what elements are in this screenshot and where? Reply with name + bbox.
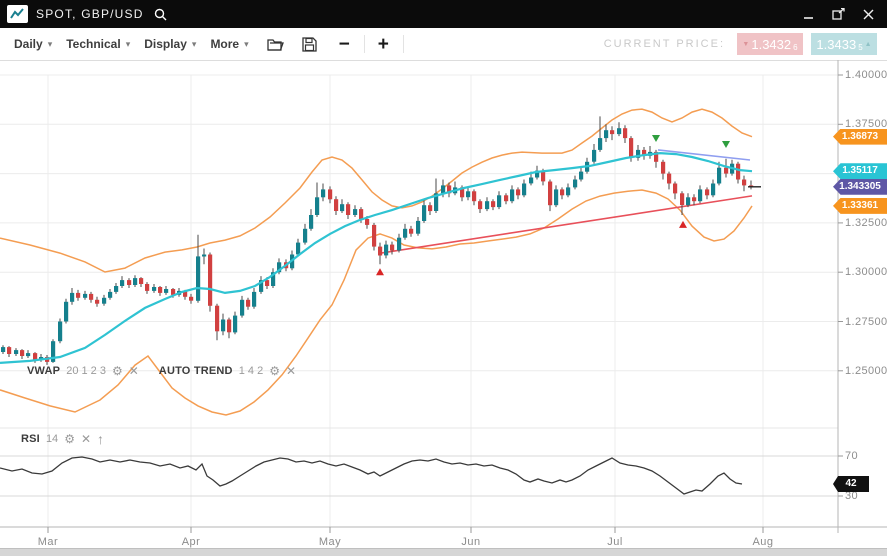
menu-technical-label: Technical <box>66 37 120 51</box>
move-pane-up-icon[interactable]: ↑ <box>97 431 104 447</box>
app-logo-icon <box>7 5 28 23</box>
auto-trend-legend-label: AUTO TREND <box>159 365 233 377</box>
price-up-arrow-icon: ▲ <box>865 41 872 48</box>
ask-price-badge: 1.3433 5 ▲ <box>811 33 877 55</box>
search-icon[interactable] <box>154 8 167 21</box>
open-folder-icon[interactable] <box>267 37 284 51</box>
price-axis-label: 1.37500 <box>845 118 887 130</box>
rsi-legend: RSI 14 ⚙ ✕ ↑ <box>21 431 104 447</box>
menu-technical[interactable]: Technical ▾ <box>66 37 130 51</box>
price-marker-badge: 1.35117 <box>833 163 887 179</box>
bid-price-value: 1.3432 <box>751 37 791 52</box>
month-axis-label: May <box>319 536 341 548</box>
price-axis-label: 1.25000 <box>845 365 887 377</box>
close-button[interactable] <box>861 9 875 20</box>
price-down-arrow-icon: ▼ <box>742 41 749 48</box>
price-marker-badge: 1.343305 <box>833 179 887 195</box>
price-chart[interactable] <box>0 60 887 555</box>
ask-price-pip: 5 <box>858 43 862 55</box>
month-axis-label: Apr <box>182 536 201 548</box>
rsi-axis-label: 70 <box>845 450 858 462</box>
month-axis-label: Aug <box>752 536 773 548</box>
vwap-legend-label: VWAP <box>27 365 60 377</box>
gear-icon[interactable]: ⚙ <box>64 432 75 446</box>
price-marker-badge: 1.36873 <box>833 129 887 145</box>
chevron-down-icon: ▾ <box>126 39 131 50</box>
toolbar-separator <box>403 35 404 53</box>
chevron-down-icon: ▾ <box>48 39 53 50</box>
popout-button[interactable] <box>831 8 845 20</box>
chart-window: { "window": { "title": "SPOT, GBP/USD" }… <box>0 0 887 555</box>
price-axis-label: 1.40000 <box>845 69 887 81</box>
month-axis-label: Jun <box>461 536 480 548</box>
bid-price-badge: ▼ 1.3432 6 <box>737 33 803 55</box>
minimize-button[interactable] <box>801 9 815 20</box>
rsi-legend-label: RSI <box>21 433 40 445</box>
month-axis-label: Mar <box>38 536 58 548</box>
rsi-legend-params: 14 <box>46 433 58 445</box>
window-title: SPOT, GBP/USD <box>36 7 144 21</box>
ask-price-value: 1.3433 <box>816 37 856 52</box>
close-icon[interactable]: ✕ <box>129 364 139 378</box>
zoom-in-button[interactable]: + <box>378 35 389 54</box>
price-marker-badge: 1.33361 <box>833 198 887 214</box>
chevron-down-icon: ▾ <box>192 39 197 50</box>
menu-daily-label: Daily <box>14 37 43 51</box>
menu-display[interactable]: Display ▾ <box>144 37 196 51</box>
current-price-panel: CURRENT PRICE: ▼ 1.3432 6 1.3433 5 ▲ <box>604 33 887 55</box>
toolbar: Daily ▾ Technical ▾ Display ▾ More ▾ − + CUR… <box>0 28 887 61</box>
toolbar-separator <box>364 35 365 53</box>
close-icon[interactable]: ✕ <box>286 364 296 378</box>
price-axis-label: 1.30000 <box>845 266 887 278</box>
title-bar: SPOT, GBP/USD <box>0 0 887 28</box>
gear-icon[interactable]: ⚙ <box>269 364 280 378</box>
chevron-down-icon: ▾ <box>244 39 249 50</box>
price-axis-label: 1.27500 <box>845 316 887 328</box>
gear-icon[interactable]: ⚙ <box>112 364 123 378</box>
menu-daily[interactable]: Daily ▾ <box>14 37 52 51</box>
menu-display-label: Display <box>144 37 187 51</box>
menu-more-label: More <box>210 37 239 51</box>
month-axis-label: Jul <box>607 536 623 548</box>
close-icon[interactable]: ✕ <box>81 432 91 446</box>
zoom-out-button[interactable]: − <box>339 35 350 54</box>
vwap-legend-params: 20 1 2 3 <box>66 365 106 377</box>
price-pane-legend: VWAP 20 1 2 3 ⚙ ✕ AUTO TREND 1 4 2 ⚙ ✕ <box>27 364 296 378</box>
price-axis-label: 1.32500 <box>845 217 887 229</box>
current-price-label: CURRENT PRICE: <box>604 38 725 50</box>
window-controls <box>801 8 887 20</box>
menu-more[interactable]: More ▾ <box>210 37 248 51</box>
bid-price-pip: 6 <box>793 43 797 55</box>
save-icon[interactable] <box>302 37 317 52</box>
rsi-value-badge: 42 <box>833 476 869 492</box>
auto-trend-legend-params: 1 4 2 <box>239 365 263 377</box>
